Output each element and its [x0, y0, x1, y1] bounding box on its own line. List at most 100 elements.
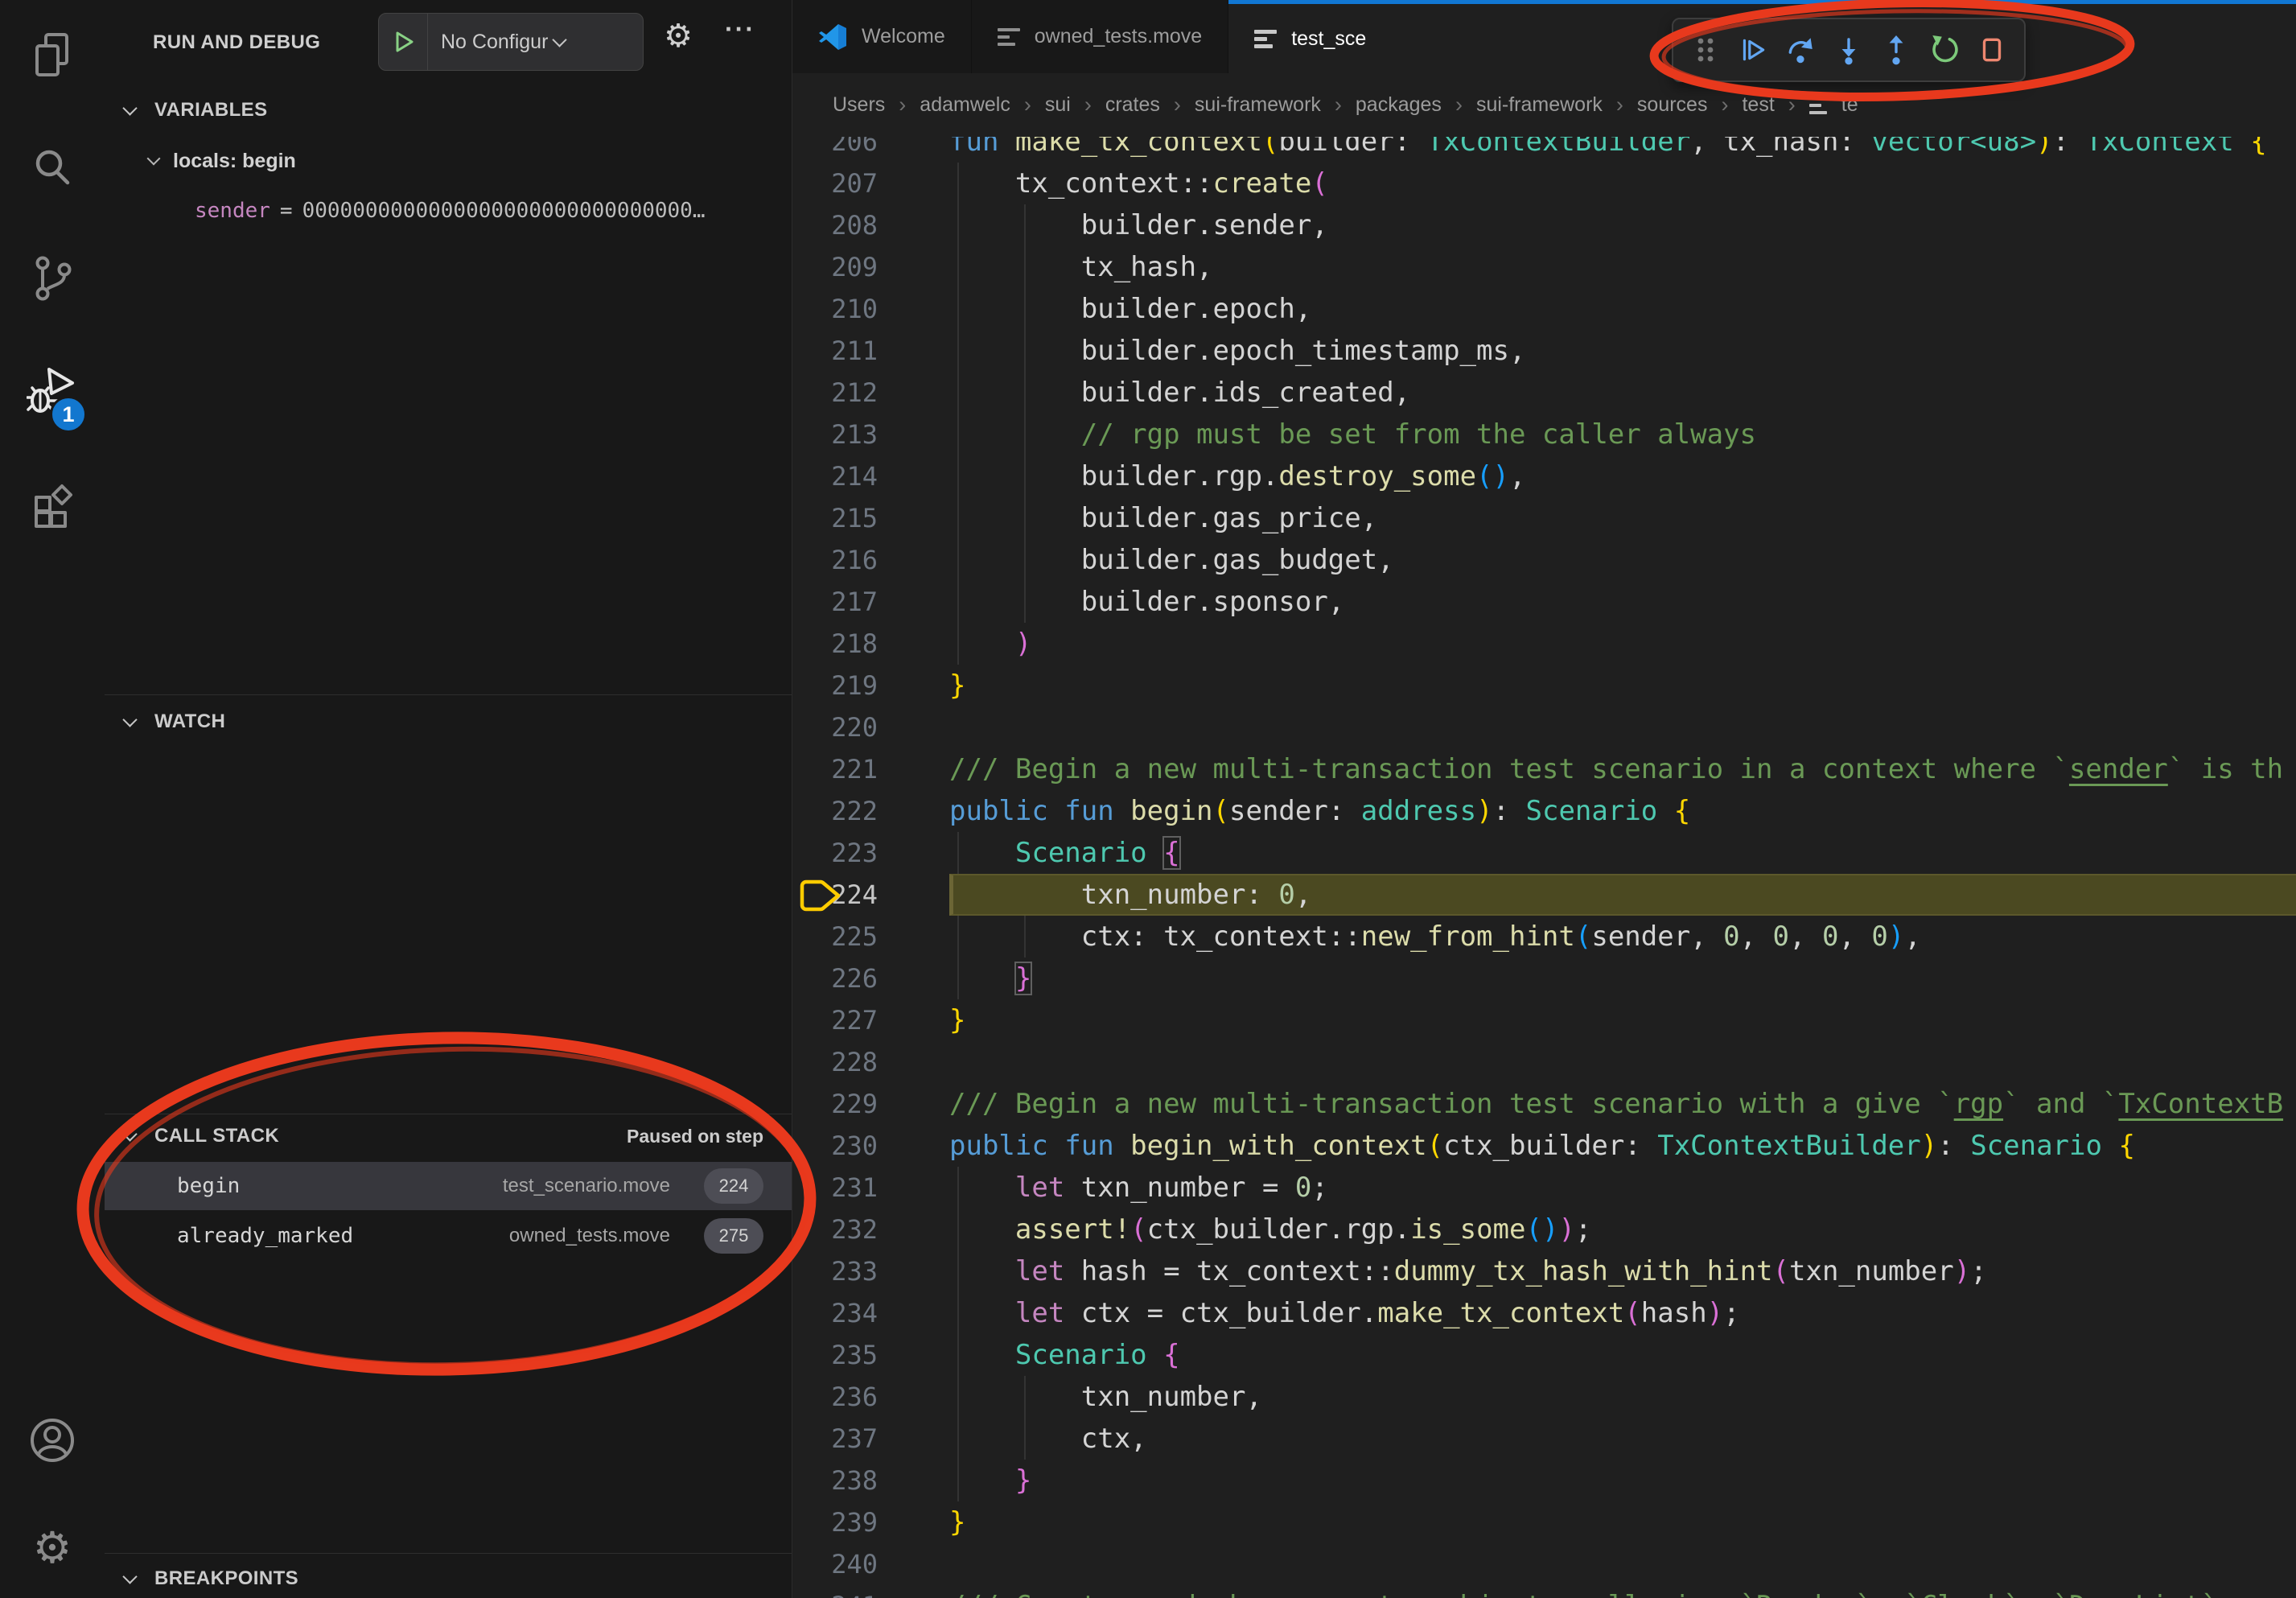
restart-icon[interactable] [1922, 27, 1967, 72]
code-line-233[interactable]: let hash = tx_context::dummy_tx_hash_wit… [949, 1250, 2296, 1292]
source-control-icon[interactable] [27, 253, 78, 304]
code-line-231[interactable]: let txn_number = 0; [949, 1167, 2296, 1209]
breadcrumb-item[interactable]: sui-framework [1195, 93, 1321, 117]
step-over-icon[interactable] [1779, 27, 1824, 72]
debug-settings-gear-icon[interactable]: ⚙ [654, 18, 702, 55]
breadcrumb-item[interactable]: sui-framework [1476, 93, 1603, 117]
line-number-217[interactable]: 217 [792, 581, 905, 623]
code-line-214[interactable]: builder.rgp.destroy_some(), [949, 455, 2296, 497]
line-number-210[interactable]: 210 [792, 288, 905, 330]
code-line-209[interactable]: tx_hash, [949, 246, 2296, 288]
breadcrumb-item[interactable]: Users [833, 93, 885, 117]
code-line-229[interactable]: /// Begin a new multi-transaction test s… [949, 1083, 2296, 1125]
code-line-232[interactable]: assert!(ctx_builder.rgp.is_some()); [949, 1209, 2296, 1250]
line-number-218[interactable]: 218 [792, 623, 905, 665]
breadcrumb-item[interactable]: sources [1637, 93, 1708, 117]
line-number-232[interactable]: 232 [792, 1209, 905, 1250]
line-number-214[interactable]: 214 [792, 455, 905, 497]
step-into-icon[interactable] [1826, 27, 1871, 72]
code-line-228[interactable] [949, 1041, 2296, 1083]
start-debug-icon[interactable] [392, 30, 416, 54]
variable-row[interactable]: sender = 0000000000000000000000000000000… [105, 191, 792, 231]
line-number-240[interactable]: 240 [792, 1543, 905, 1585]
step-out-icon[interactable] [1874, 27, 1919, 72]
code-line-238[interactable]: } [949, 1460, 2296, 1501]
stop-icon[interactable] [1969, 27, 2014, 72]
call-stack-frame[interactable]: begintest_scenario.move224 [105, 1162, 792, 1210]
breadcrumb-file[interactable]: te [1841, 93, 1858, 117]
breadcrumb-item[interactable]: test [1742, 93, 1774, 117]
drag-grip-icon[interactable] [1683, 27, 1728, 72]
code-line-210[interactable]: builder.epoch, [949, 288, 2296, 330]
line-number-212[interactable]: 212 [792, 372, 905, 414]
code-line-215[interactable]: builder.gas_price, [949, 497, 2296, 539]
line-number-236[interactable]: 236 [792, 1376, 905, 1418]
tab-owned-tests[interactable]: owned_tests.move [972, 0, 1228, 73]
settings-gear-icon[interactable]: ⚙ [27, 1522, 78, 1574]
line-number-234[interactable]: 234 [792, 1292, 905, 1334]
code-line-222[interactable]: public fun begin(sender: address): Scena… [949, 790, 2296, 832]
search-icon[interactable] [27, 142, 78, 194]
line-number-219[interactable]: 219 [792, 665, 905, 706]
line-number-221[interactable]: 221 [792, 748, 905, 790]
code-line-221[interactable]: /// Begin a new multi-transaction test s… [949, 748, 2296, 790]
code-line-224[interactable]: txn_number: 0, [949, 874, 2296, 916]
line-number-209[interactable]: 209 [792, 246, 905, 288]
line-number-215[interactable]: 215 [792, 497, 905, 539]
code-line-223[interactable]: Scenario { [949, 832, 2296, 874]
line-number-227[interactable]: 227 [792, 999, 905, 1041]
line-number-229[interactable]: 229 [792, 1083, 905, 1125]
code-line-241[interactable]: /// Creates and shares system objects, a… [949, 1585, 2296, 1598]
line-number-230[interactable]: 230 [792, 1125, 905, 1167]
line-number-222[interactable]: 222 [792, 790, 905, 832]
code-line-207[interactable]: tx_context::create( [949, 163, 2296, 204]
tab-welcome[interactable]: Welcome [792, 0, 972, 73]
variables-section-header[interactable]: VARIABLES [105, 90, 792, 130]
line-number-233[interactable]: 233 [792, 1250, 905, 1292]
line-number-238[interactable]: 238 [792, 1460, 905, 1501]
breadcrumb-item[interactable]: packages [1356, 93, 1442, 117]
call-stack-section-header[interactable]: CALL STACK Paused on step [105, 1117, 792, 1155]
line-number-208[interactable]: 208 [792, 204, 905, 246]
code-line-217[interactable]: builder.sponsor, [949, 581, 2296, 623]
line-number-226[interactable]: 226 [792, 958, 905, 999]
code-line-216[interactable]: builder.gas_budget, [949, 539, 2296, 581]
call-stack-frame[interactable]: already_markedowned_tests.move275 [105, 1212, 792, 1260]
code-line-219[interactable]: } [949, 665, 2296, 706]
code-line-212[interactable]: builder.ids_created, [949, 372, 2296, 414]
explorer-icon[interactable] [27, 30, 78, 81]
variables-scope-row[interactable]: locals: begin [105, 141, 792, 181]
line-number-211[interactable]: 211 [792, 330, 905, 372]
breadcrumb-item[interactable]: adamwelc [920, 93, 1010, 117]
code-line-236[interactable]: txn_number, [949, 1376, 2296, 1418]
line-number-207[interactable]: 207 [792, 163, 905, 204]
code-line-235[interactable]: Scenario { [949, 1334, 2296, 1376]
extensions-icon[interactable] [27, 478, 78, 529]
code-line-213[interactable]: // rgp must be set from the caller alway… [949, 414, 2296, 455]
code-line-218[interactable]: ) [949, 623, 2296, 665]
line-number-241[interactable]: 241 [792, 1585, 905, 1598]
debug-config-dropdown[interactable]: No Configur [378, 13, 644, 71]
code-line-239[interactable]: } [949, 1501, 2296, 1543]
more-actions-icon[interactable]: ··· [716, 14, 764, 44]
line-number-239[interactable]: 239 [792, 1501, 905, 1543]
code-line-211[interactable]: builder.epoch_timestamp_ms, [949, 330, 2296, 372]
line-number-223[interactable]: 223 [792, 832, 905, 874]
breadcrumb-item[interactable]: sui [1045, 93, 1071, 117]
breadcrumb-item[interactable]: crates [1105, 93, 1160, 117]
line-number-220[interactable]: 220 [792, 706, 905, 748]
code-line-230[interactable]: public fun begin_with_context(ctx_builde… [949, 1125, 2296, 1167]
code-line-226[interactable]: } [949, 958, 2296, 999]
watch-section-header[interactable]: WATCH [105, 702, 792, 742]
account-icon[interactable] [27, 1415, 78, 1466]
code-line-227[interactable]: } [949, 999, 2296, 1041]
code-line-240[interactable] [949, 1543, 2296, 1585]
code-line-208[interactable]: builder.sender, [949, 204, 2296, 246]
continue-icon[interactable] [1730, 27, 1775, 72]
code-line-237[interactable]: ctx, [949, 1418, 2296, 1460]
line-number-237[interactable]: 237 [792, 1418, 905, 1460]
breakpoints-section-header[interactable]: BREAKPOINTS [105, 1559, 792, 1598]
line-number-213[interactable]: 213 [792, 414, 905, 455]
line-number-235[interactable]: 235 [792, 1334, 905, 1376]
line-number-228[interactable]: 228 [792, 1041, 905, 1083]
